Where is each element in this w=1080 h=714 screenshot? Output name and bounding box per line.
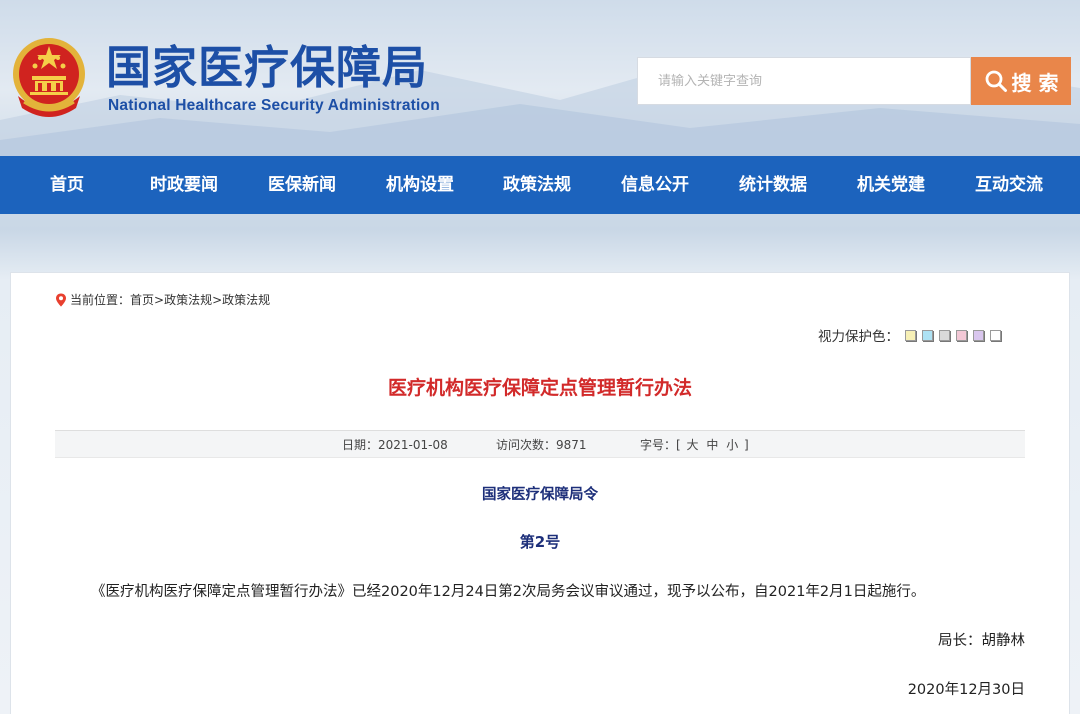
- visit-count-value: 9871: [556, 438, 587, 452]
- signer: 局长：胡静林: [938, 633, 1025, 649]
- breadcrumb: 当前位置： 首页 > 政策法规 > 政策法规: [55, 292, 270, 308]
- breadcrumb-separator: >: [154, 293, 165, 307]
- nav-item-party[interactable]: 机关党建: [857, 156, 925, 214]
- decree-number: 第2号: [519, 533, 561, 551]
- sign-date: 2020年12月30日: [907, 682, 1025, 698]
- font-size-medium-button[interactable]: 中: [706, 438, 718, 452]
- breadcrumb-prefix: 当前位置：: [70, 293, 131, 307]
- breadcrumb-policies[interactable]: 政策法规: [164, 292, 212, 308]
- breadcrumb-separator: >: [212, 293, 223, 307]
- search-icon: [985, 70, 1007, 92]
- eye-care-swatch-pink[interactable]: [956, 329, 967, 341]
- site-title: 国家医疗保障局: [106, 41, 429, 94]
- eye-care-label: 视力保护色：: [818, 329, 899, 345]
- site-header: 国家医疗保障局 National Healthcare Security Adm…: [0, 0, 1080, 156]
- eye-care-swatch-blue[interactable]: [922, 329, 933, 341]
- eye-care-swatch-yellow[interactable]: [905, 329, 916, 341]
- font-size-label: 字号：[: [640, 438, 681, 452]
- eye-care-swatch-white[interactable]: [990, 329, 1001, 341]
- nav-item-policies[interactable]: 政策法规: [503, 156, 571, 214]
- visit-count-label: 访问次数：: [496, 438, 557, 452]
- nav-item-news[interactable]: 医保新闻: [268, 156, 336, 214]
- publish-date-value: 2021-01-08: [378, 438, 448, 452]
- eye-care-swatch-purple[interactable]: [973, 329, 984, 341]
- nav-item-organization[interactable]: 机构设置: [386, 156, 454, 214]
- font-size-large-button[interactable]: 大: [687, 438, 699, 452]
- font-size-small-button[interactable]: 小: [726, 438, 738, 452]
- publish-date-label: 日期：: [342, 438, 379, 452]
- breadcrumb-current[interactable]: 政策法规: [222, 292, 270, 308]
- eye-care-swatch-gray[interactable]: [939, 329, 950, 341]
- national-emblem-icon: [13, 38, 85, 117]
- nav-item-statistics[interactable]: 统计数据: [739, 156, 807, 214]
- nav-item-disclosure[interactable]: 信息公开: [621, 156, 689, 214]
- eye-care-selector: 视力保护色：: [818, 327, 1001, 345]
- article-title: 医疗机构医疗保障定点管理暂行办法: [387, 377, 692, 399]
- nav-item-politics[interactable]: 时政要闻: [150, 156, 218, 214]
- article-body-text: 《医疗机构医疗保障定点管理暂行办法》已经2020年12月24日第2次局务会议审议…: [91, 584, 926, 600]
- article-panel: 当前位置： 首页 > 政策法规 > 政策法规 视力保护色： 医疗机构医疗保障定点…: [10, 272, 1070, 714]
- location-pin-icon: [56, 293, 66, 307]
- nav-item-home[interactable]: 首页: [50, 156, 84, 214]
- nav-item-interaction[interactable]: 互动交流: [975, 156, 1043, 214]
- publish-date: 日期：2021-01-08: [342, 431, 448, 459]
- article-meta-bar: 日期：2021-01-08 访问次数：9871 字号：[ 大 中 小 ]: [55, 430, 1025, 458]
- site-subtitle: National Healthcare Security Administrat…: [108, 97, 440, 114]
- main-nav: 首页 时政要闻 医保新闻 机构设置 政策法规 信息公开 统计数据 机关党建 互动…: [0, 156, 1080, 214]
- visit-count: 访问次数：9871: [496, 431, 587, 459]
- font-size-end: ]: [744, 438, 749, 452]
- search-button[interactable]: 搜 索: [971, 57, 1071, 105]
- decree-issuer: 国家医疗保障局令: [482, 487, 598, 503]
- search-button-label: 搜 索: [1011, 70, 1059, 95]
- search-input[interactable]: [637, 57, 971, 105]
- font-size-control: 字号：[ 大 中 小 ]: [640, 431, 749, 459]
- breadcrumb-home[interactable]: 首页: [130, 292, 154, 308]
